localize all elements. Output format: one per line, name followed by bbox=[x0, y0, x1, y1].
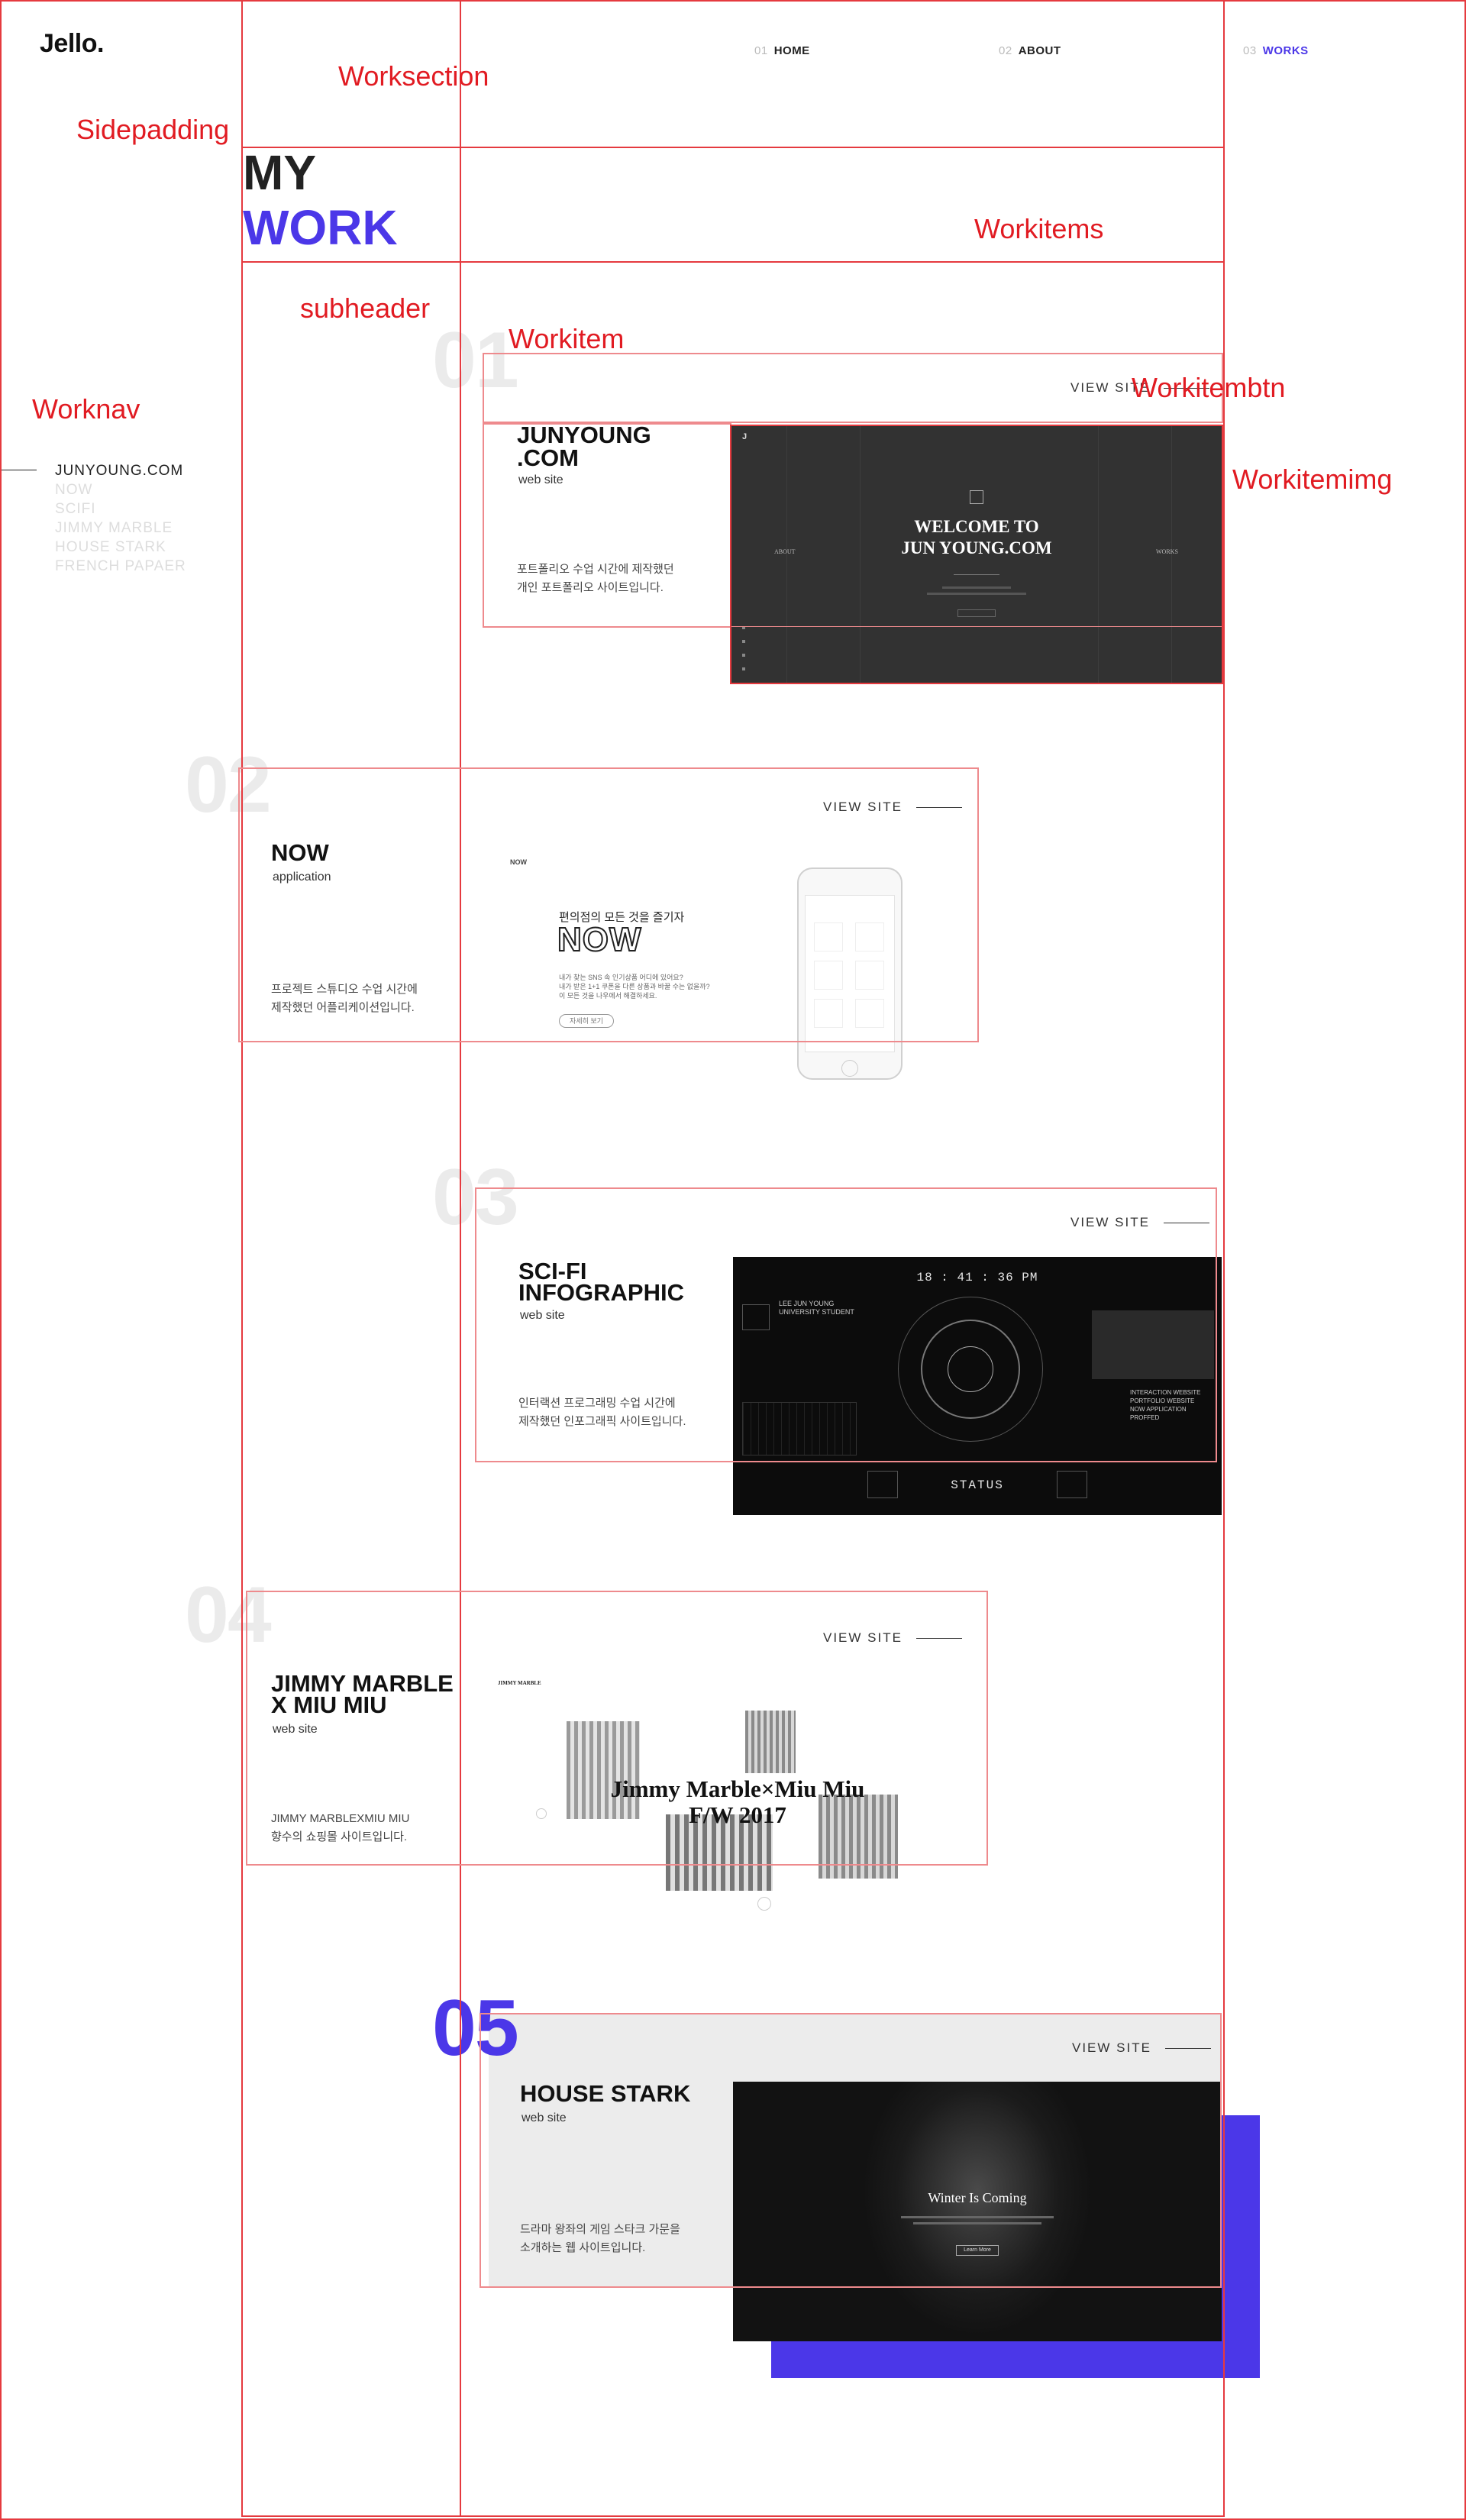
workitemimg-outline bbox=[730, 425, 1223, 684]
workitem-outline bbox=[483, 423, 731, 628]
divider-line bbox=[241, 147, 1225, 148]
workitem-outline bbox=[483, 353, 1223, 423]
workitem-outline bbox=[475, 1187, 1217, 1462]
workitem-outline bbox=[238, 767, 979, 1042]
divider-line bbox=[241, 261, 1225, 263]
annotation-workitems: Workitems bbox=[974, 213, 1104, 244]
annotation-workitemimg: Workitemimg bbox=[1232, 464, 1393, 495]
annotation-sidepadding: Sidepadding bbox=[76, 114, 230, 145]
annotation-subheader: subheader bbox=[300, 292, 431, 324]
annotation-workitem: Workitem bbox=[509, 323, 625, 354]
workitem-outline bbox=[480, 2013, 1222, 2288]
annotation-worknav: Worknav bbox=[32, 393, 140, 425]
annotation-workitembtn: Workitembtn bbox=[1132, 372, 1286, 403]
workitem-outline bbox=[246, 1591, 988, 1866]
annotation-worksection: Worksection bbox=[338, 60, 489, 92]
